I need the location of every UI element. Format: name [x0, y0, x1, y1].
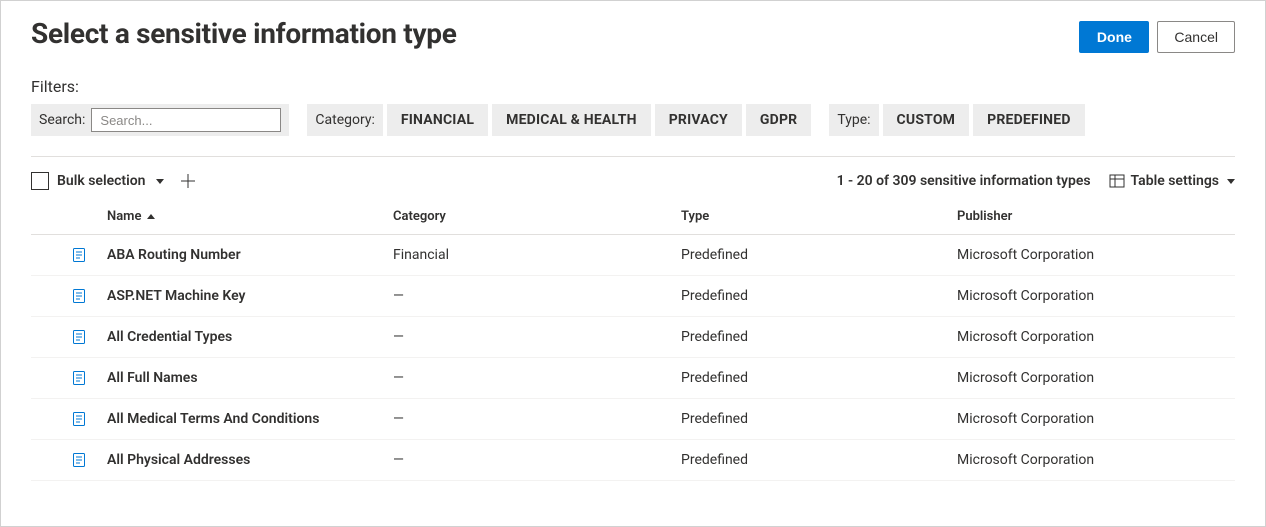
- cell-category: —: [385, 399, 673, 440]
- column-name-label: Name: [107, 209, 141, 224]
- cell-name: All Physical Addresses: [99, 440, 385, 481]
- table-row[interactable]: All Physical Addresses—PredefinedMicroso…: [31, 440, 1235, 481]
- category-chip[interactable]: MEDICAL & HEALTH: [492, 104, 651, 136]
- cell-category: —: [385, 317, 673, 358]
- chevron-down-icon: [156, 179, 164, 184]
- done-button[interactable]: Done: [1079, 21, 1149, 53]
- filter-group-category: Category: FINANCIALMEDICAL & HEALTHPRIVA…: [307, 104, 811, 136]
- document-icon: [71, 370, 91, 386]
- header-actions: Done Cancel: [1079, 21, 1235, 53]
- cell-publisher: Microsoft Corporation: [949, 317, 1235, 358]
- cell-publisher: Microsoft Corporation: [949, 440, 1235, 481]
- category-chip[interactable]: PRIVACY: [655, 104, 742, 136]
- search-input[interactable]: [91, 108, 281, 132]
- add-button[interactable]: [176, 169, 200, 193]
- sort-asc-icon: [147, 214, 155, 219]
- column-header-category[interactable]: Category: [385, 199, 673, 235]
- category-chips: FINANCIALMEDICAL & HEALTHPRIVACYGDPR: [387, 104, 811, 136]
- column-header-name[interactable]: Name: [99, 199, 385, 235]
- table-row[interactable]: ASP.NET Machine Key—PredefinedMicrosoft …: [31, 276, 1235, 317]
- cell-name: All Credential Types: [99, 317, 385, 358]
- cell-type: Predefined: [673, 276, 949, 317]
- table-row[interactable]: All Full Names—PredefinedMicrosoft Corpo…: [31, 358, 1235, 399]
- type-chip[interactable]: PREDEFINED: [973, 104, 1084, 136]
- column-header-type[interactable]: Type: [673, 199, 949, 235]
- cell-category: —: [385, 440, 673, 481]
- toolbar-right: 1 - 20 of 309 sensitive information type…: [837, 173, 1235, 189]
- page-title: Select a sensitive information type: [31, 17, 457, 50]
- cell-name: All Full Names: [99, 358, 385, 399]
- cell-name: ABA Routing Number: [99, 235, 385, 276]
- type-chip[interactable]: CUSTOM: [883, 104, 970, 136]
- results-table: Name Category Type Publisher ABA Routing…: [31, 199, 1235, 481]
- cell-type: Predefined: [673, 440, 949, 481]
- category-label: Category:: [307, 104, 382, 136]
- result-count: 1 - 20 of 309 sensitive information type…: [837, 173, 1091, 189]
- dialog: Select a sensitive information type Done…: [0, 0, 1266, 527]
- cell-name: All Medical Terms And Conditions: [99, 399, 385, 440]
- plus-icon: [180, 173, 196, 189]
- toolbar: Bulk selection 1 - 20 of 309 sensitive i…: [31, 163, 1235, 199]
- cell-category: —: [385, 276, 673, 317]
- category-chip[interactable]: FINANCIAL: [387, 104, 488, 136]
- filters-row: Search: Category: FINANCIALMEDICAL & HEA…: [31, 104, 1235, 136]
- cancel-button[interactable]: Cancel: [1157, 21, 1235, 53]
- document-icon: [71, 288, 91, 304]
- divider: [31, 156, 1235, 157]
- chevron-down-icon: [1227, 179, 1235, 184]
- cell-category: Financial: [385, 235, 673, 276]
- cell-type: Predefined: [673, 317, 949, 358]
- table-settings-label: Table settings: [1131, 173, 1219, 189]
- cell-publisher: Microsoft Corporation: [949, 358, 1235, 399]
- table-row[interactable]: All Credential Types—PredefinedMicrosoft…: [31, 317, 1235, 358]
- dialog-inner: Select a sensitive information type Done…: [1, 1, 1265, 481]
- cell-category: —: [385, 358, 673, 399]
- cell-type: Predefined: [673, 399, 949, 440]
- bulk-selection-label: Bulk selection: [57, 173, 146, 189]
- filters-label: Filters:: [31, 77, 1235, 96]
- search-label: Search:: [39, 112, 85, 128]
- document-icon: [71, 411, 91, 427]
- document-icon: [71, 329, 91, 345]
- filter-group-type: Type: CUSTOMPREDEFINED: [829, 104, 1084, 136]
- cell-publisher: Microsoft Corporation: [949, 235, 1235, 276]
- table-row[interactable]: ABA Routing NumberFinancialPredefinedMic…: [31, 235, 1235, 276]
- table-body: ABA Routing NumberFinancialPredefinedMic…: [31, 235, 1235, 481]
- cell-publisher: Microsoft Corporation: [949, 276, 1235, 317]
- document-icon: [71, 452, 91, 468]
- type-label: Type:: [829, 104, 878, 136]
- table-settings-icon: [1109, 173, 1125, 189]
- cell-publisher: Microsoft Corporation: [949, 399, 1235, 440]
- cell-type: Predefined: [673, 358, 949, 399]
- cell-type: Predefined: [673, 235, 949, 276]
- bulk-checkbox[interactable]: [31, 172, 49, 190]
- cell-name: ASP.NET Machine Key: [99, 276, 385, 317]
- document-icon: [71, 247, 91, 263]
- header: Select a sensitive information type Done…: [31, 17, 1235, 53]
- table-row[interactable]: All Medical Terms And Conditions—Predefi…: [31, 399, 1235, 440]
- table-settings-button[interactable]: Table settings: [1109, 173, 1235, 189]
- column-header-publisher[interactable]: Publisher: [949, 199, 1235, 235]
- toolbar-left: Bulk selection: [31, 169, 200, 193]
- bulk-selection[interactable]: Bulk selection: [31, 172, 164, 190]
- type-chips: CUSTOMPREDEFINED: [883, 104, 1085, 136]
- table-header: Name Category Type Publisher: [31, 199, 1235, 235]
- filter-group-search: Search:: [31, 104, 289, 136]
- category-chip[interactable]: GDPR: [746, 104, 811, 136]
